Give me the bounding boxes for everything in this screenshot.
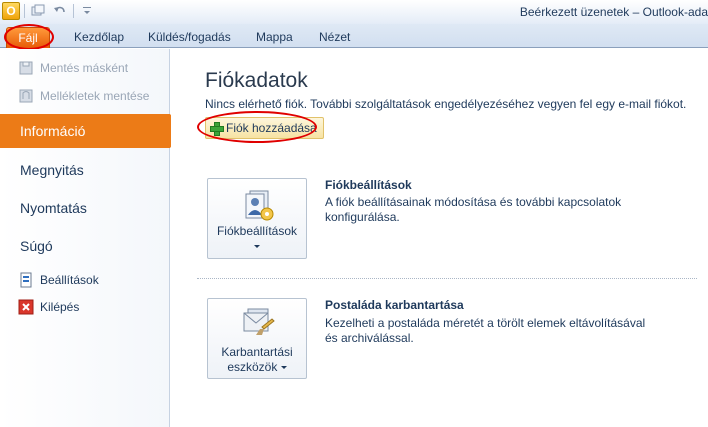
options-label: Beállítások xyxy=(40,273,99,287)
save-icon xyxy=(18,60,34,76)
tab-home[interactable]: Kezdőlap xyxy=(74,27,124,48)
customize-qat-icon[interactable] xyxy=(78,2,96,20)
send-receive-icon[interactable] xyxy=(29,2,47,20)
tab-view[interactable]: Nézet xyxy=(319,27,350,48)
save-as-command[interactable]: Mentés másként xyxy=(18,60,128,76)
quick-access-toolbar: O xyxy=(2,2,96,20)
mailbox-cleanup-title: Postaláda karbantartása xyxy=(325,298,464,312)
save-attachments-command[interactable]: Mellékletek mentése xyxy=(18,88,149,104)
nav-open[interactable]: Megnyitás xyxy=(0,153,170,187)
options-icon xyxy=(18,272,34,288)
no-account-notice: Nincs elérhető fiók. További szolgáltatá… xyxy=(205,97,687,111)
undo-icon[interactable] xyxy=(51,2,69,20)
cleanup-tools-label-line1: Karbantartási xyxy=(221,345,293,359)
tab-send-receive[interactable]: Küldés/fogadás xyxy=(148,27,231,48)
account-settings-button-label: Fiókbeállítások xyxy=(216,224,298,238)
backstage-nav-pane: Mentés másként Mellékletek mentése Infor… xyxy=(0,49,184,427)
window-title: Beérkezett üzenetek – Outlook-ada xyxy=(519,5,708,19)
chevron-down-icon xyxy=(208,239,306,253)
nav-help[interactable]: Súgó xyxy=(0,229,170,263)
mailbox-cleanup-icon xyxy=(240,307,276,344)
ribbon-tab-bar: Fájl Kezdőlap Küldés/fogadás Mappa Nézet xyxy=(0,24,708,50)
account-settings-title: Fiókbeállítások xyxy=(325,178,412,192)
nav-info[interactable]: Információ xyxy=(0,114,184,148)
attachment-save-icon xyxy=(18,88,34,104)
file-tab-highlight-ring xyxy=(4,24,54,50)
cleanup-tools-button[interactable]: Karbantartási eszközök xyxy=(207,298,307,379)
exit-label: Kilépés xyxy=(40,300,80,314)
account-settings-icon xyxy=(240,189,276,226)
exit-icon xyxy=(18,299,34,315)
section-divider xyxy=(197,278,697,279)
qat-separator xyxy=(24,4,25,18)
qat-separator xyxy=(73,4,74,18)
options-command[interactable]: Beállítások xyxy=(18,272,99,288)
nav-print[interactable]: Nyomtatás xyxy=(0,191,170,225)
outlook-app-icon[interactable]: O xyxy=(2,2,20,20)
save-attachments-label: Mellékletek mentése xyxy=(40,89,150,103)
account-info-panel: Fiókadatok Nincs elérhető fiók. További … xyxy=(171,49,708,427)
tab-folder[interactable]: Mappa xyxy=(256,27,293,48)
add-account-highlight-ring xyxy=(197,111,317,143)
tab-file[interactable]: Fájl xyxy=(4,24,54,50)
exit-command[interactable]: Kilépés xyxy=(18,299,79,315)
cleanup-tools-label-line2: eszközök xyxy=(227,360,278,374)
page-title: Fiókadatok xyxy=(205,69,308,92)
mailbox-cleanup-description: Kezelheti a postaláda méretét a törölt e… xyxy=(325,316,646,345)
title-bar: O Beérkezett üzenetek – Outlook-ada xyxy=(0,0,708,24)
account-settings-button[interactable]: Fiókbeállítások xyxy=(207,178,307,259)
cleanup-tools-label-line2-row: eszközök xyxy=(208,360,306,374)
save-as-label: Mentés másként xyxy=(40,61,129,75)
app-letter: O xyxy=(6,4,16,18)
account-settings-description: A fiók beállításainak módosítása és tová… xyxy=(325,195,622,224)
chevron-down-icon xyxy=(280,366,287,370)
